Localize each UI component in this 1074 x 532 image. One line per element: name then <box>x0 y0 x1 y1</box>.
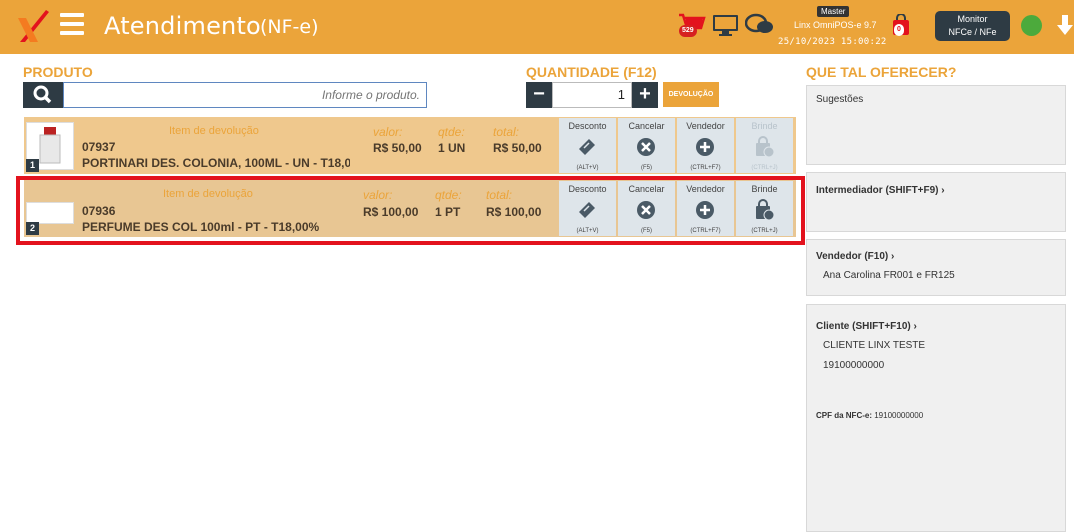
intermediador-label[interactable]: Intermediador (SHIFT+F9) › <box>816 185 945 196</box>
sugestoes-panel: Sugestões <box>806 85 1066 165</box>
close-circle-icon <box>637 138 655 156</box>
cart-badge: 529 <box>679 25 697 37</box>
cart-icon[interactable]: 529 <box>678 12 706 41</box>
cancelar-button[interactable]: Cancelar (F5) <box>618 118 675 173</box>
quantidade-label: QUANTIDADE (F12) <box>526 64 657 80</box>
vendedor-panel-title[interactable]: Vendedor (F10) › <box>816 251 894 262</box>
top-bar: Atendimento (NF-e) 529 Master Linx OmniP… <box>0 0 1074 54</box>
cliente-panel[interactable]: Cliente (SHIFT+F10) › CLIENTE LINX TESTE… <box>806 304 1066 532</box>
search-button[interactable] <box>23 82 63 108</box>
monitor-label-1: Monitor <box>957 14 988 24</box>
item-name: PORTINARI DES. COLONIA, 100ML - UN - T18… <box>82 156 350 170</box>
offer-title: QUE TAL OFERECER? <box>806 64 957 80</box>
cliente-title[interactable]: Cliente (SHIFT+F10) › <box>816 321 917 332</box>
master-badge: Master <box>817 6 850 17</box>
ticket-icon <box>579 139 595 155</box>
cpf-label: CPF da NFC-e: <box>816 411 872 420</box>
vendedor-button[interactable]: Vendedor (CTRL+F7) <box>677 118 734 173</box>
sugestoes-label: Sugestões <box>816 94 864 105</box>
gift-bag-icon <box>756 136 775 158</box>
plus-circle-icon <box>696 138 714 156</box>
cpf-value: 19100000000 <box>874 411 924 420</box>
vendedor-key: (CTRL+F7) <box>690 165 721 171</box>
monitor-nfce-button[interactable]: Monitor NFCe / NFe <box>935 11 1010 41</box>
menu-icon[interactable] <box>60 13 84 35</box>
cancelar-key: (F5) <box>641 165 652 171</box>
search-icon <box>33 85 52 104</box>
total-label: total: <box>493 125 520 139</box>
desconto-label: Desconto <box>568 121 607 131</box>
item-index: 1 <box>26 159 39 172</box>
intermediador-panel[interactable]: Intermediador (SHIFT+F9) › <box>806 172 1066 232</box>
brinde-key: (CTRL+J) <box>751 165 778 171</box>
item-devolucao-label: Item de devolução <box>169 125 259 137</box>
desconto-key: (ALT+V) <box>576 165 599 171</box>
produto-label: PRODUTO <box>23 64 93 80</box>
monitor-icon[interactable] <box>712 14 739 37</box>
product-search-input[interactable] <box>63 82 427 108</box>
cart-item-row[interactable]: 1 Item de devolução 07937 PORTINARI DES.… <box>24 117 796 174</box>
item-total: R$ 50,00 <box>493 141 542 155</box>
datetime-text: 25/10/2023 15:00:22 <box>778 37 887 47</box>
item-valor: R$ 50,00 <box>373 141 422 155</box>
selected-item-highlight <box>16 176 805 245</box>
qty-minus-button[interactable]: − <box>526 82 552 108</box>
page-title: Atendimento <box>104 12 261 40</box>
qtde-label: qtde: <box>438 125 465 139</box>
page-subtitle: (NF-e) <box>260 16 319 38</box>
cliente-name: CLIENTE LINX TESTE <box>823 340 926 351</box>
vendedor-panel[interactable]: Vendedor (F10) › Ana Carolina FR001 e FR… <box>806 239 1066 296</box>
qty-plus-button[interactable]: + <box>632 82 658 108</box>
brinde-label: Brinde <box>751 121 778 131</box>
linx-logo <box>18 10 49 42</box>
vendedor-label: Vendedor <box>686 121 725 131</box>
item-code: 07937 <box>82 140 116 154</box>
brinde-button[interactable]: Brinde (CTRL+J) <box>736 118 793 173</box>
globe-icon[interactable] <box>1021 15 1042 36</box>
desconto-button[interactable]: Desconto (ALT+V) <box>559 118 616 173</box>
cancelar-label: Cancelar <box>628 121 665 131</box>
arrow-down-icon[interactable] <box>1056 14 1074 36</box>
cpf-nfce-row: CPF da NFC-e: 19100000000 <box>816 411 923 420</box>
cliente-doc: 19100000000 <box>823 360 885 371</box>
bag-icon[interactable]: 0 <box>890 13 912 41</box>
bag-badge: 0 <box>894 24 904 36</box>
item-qtde: 1 UN <box>438 141 466 155</box>
version-text: Linx OmniPOS-e 9.7 <box>794 20 877 30</box>
chat-icon[interactable] <box>745 13 775 37</box>
devolucao-button[interactable]: DEVOLUÇÃO <box>663 82 719 107</box>
vendedor-panel-value: Ana Carolina FR001 e FR125 <box>823 270 955 281</box>
quantity-input[interactable]: 1 <box>552 82 632 108</box>
valor-label: valor: <box>373 125 403 139</box>
monitor-label-2: NFCe / NFe <box>948 27 997 37</box>
